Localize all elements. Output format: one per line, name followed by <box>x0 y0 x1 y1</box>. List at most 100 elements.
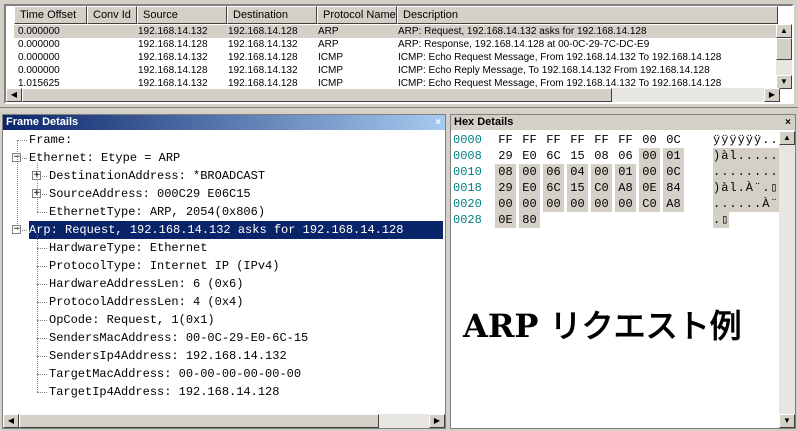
hex-byte[interactable]: C0 <box>639 196 660 212</box>
tree-connector <box>17 140 27 141</box>
hex-byte[interactable]: 80 <box>519 212 540 228</box>
hex-byte[interactable]: 00 <box>543 196 564 212</box>
hex-byte[interactable]: A8 <box>663 196 684 212</box>
hex-ascii[interactable]: ........ <box>713 164 779 180</box>
hex-byte[interactable]: 00 <box>567 196 588 212</box>
scroll-right-icon[interactable]: ▶ <box>764 88 780 102</box>
table-row[interactable]: 0.000000 192.168.14.128 192.168.14.132 ARP A… <box>14 38 784 51</box>
column-header-time-offset[interactable]: Time Offset <box>14 6 87 24</box>
column-header-protocol-name[interactable]: Protocol Name <box>317 6 397 24</box>
hex-row[interactable]: 0018 29 E0 6C 15 C0 A8 0E 84)àl.À¨.▯ <box>453 180 779 196</box>
hex-byte[interactable]: 00 <box>591 164 612 180</box>
column-header-conv-id[interactable]: Conv Id <box>87 6 137 24</box>
hex-ascii[interactable]: )àl.À¨.▯ <box>713 180 779 196</box>
hex-byte[interactable]: 00 <box>639 132 660 148</box>
frame-details-tree[interactable]: Frame: Ethernet: Etype = ARP − DestinationA… <box>3 131 444 414</box>
scroll-up-icon[interactable]: ▲ <box>779 131 795 145</box>
hex-byte[interactable]: 29 <box>495 180 516 196</box>
tree-node[interactable]: EthernetType: ARP, 2054(0x806) <box>49 203 265 221</box>
hex-row[interactable]: 0028 0E 80 .▯ <box>453 212 779 228</box>
tree-node[interactable]: HardwareAddressLen: 6 (0x6) <box>49 275 243 293</box>
tree-node[interactable]: DestinationAddress: *BROADCAST <box>49 167 265 185</box>
hex-byte[interactable]: 0E <box>495 212 516 228</box>
hex-byte[interactable]: FF <box>495 132 516 148</box>
scroll-left-icon[interactable]: ◀ <box>3 414 19 428</box>
table-row[interactable]: 0.000000 192.168.14.132 192.168.14.128 ARP A… <box>14 25 784 38</box>
hex-byte[interactable]: 01 <box>663 148 684 164</box>
frame-details-horizontal-scrollbar[interactable]: ◀ ▶ <box>3 414 445 428</box>
hex-vertical-scrollbar[interactable]: ▲ ▼ <box>779 131 795 428</box>
hex-byte[interactable]: 08 <box>495 164 516 180</box>
hex-ascii[interactable]: )àl..... <box>713 148 779 164</box>
packet-list-horizontal-scrollbar[interactable]: ◀ ▶ <box>6 88 780 102</box>
scroll-thumb[interactable] <box>776 38 792 60</box>
close-icon[interactable]: × <box>435 115 441 130</box>
hex-byte[interactable]: 6C <box>543 148 564 164</box>
hex-byte[interactable]: 0C <box>663 132 684 148</box>
packet-list-vertical-scrollbar[interactable]: ▲ ▼ <box>776 24 792 89</box>
tree-node[interactable]: Ethernet: Etype = ARP <box>29 149 180 167</box>
hex-byte[interactable]: 01 <box>615 164 636 180</box>
hex-byte[interactable]: FF <box>543 132 564 148</box>
hex-byte[interactable]: 0E <box>639 180 660 196</box>
hex-byte[interactable]: E0 <box>519 148 540 164</box>
tree-node[interactable]: HardwareType: Ethernet <box>49 239 207 257</box>
column-header-destination[interactable]: Destination <box>227 6 317 24</box>
hex-ascii[interactable]: ÿÿÿÿÿÿ.. <box>713 132 779 148</box>
tree-connector <box>37 356 47 357</box>
scroll-right-icon[interactable]: ▶ <box>429 414 445 428</box>
scroll-left-icon[interactable]: ◀ <box>6 88 22 102</box>
hex-row[interactable]: 0000 FF FF FF FF FF FF 00 0C ÿÿÿÿÿÿ.. <box>453 132 779 148</box>
hex-row[interactable]: 0010 08 00 06 04 00 01 00 0C........ <box>453 164 779 180</box>
hex-byte[interactable]: 04 <box>567 164 588 180</box>
hex-byte[interactable]: C0 <box>591 180 612 196</box>
hex-byte[interactable]: 15 <box>567 180 588 196</box>
column-header-source[interactable]: Source <box>137 6 227 24</box>
scroll-down-icon[interactable]: ▼ <box>776 75 792 89</box>
tree-node[interactable]: TargetIp4Address: 192.168.14.128 <box>49 383 279 401</box>
hex-byte[interactable]: 6C <box>543 180 564 196</box>
hex-ascii[interactable]: ......À¨ <box>713 196 779 212</box>
tree-node[interactable]: SendersMacAddress: 00-0C-29-E0-6C-15 <box>49 329 308 347</box>
hex-byte[interactable]: 00 <box>495 196 516 212</box>
hex-byte[interactable]: E0 <box>519 180 540 196</box>
tree-node[interactable]: TargetMacAddress: 00-00-00-00-00-00 <box>49 365 301 383</box>
hex-byte[interactable]: 08 <box>591 148 612 164</box>
scroll-down-icon[interactable]: ▼ <box>779 414 795 428</box>
hex-byte[interactable]: 00 <box>519 164 540 180</box>
tree-node[interactable]: SourceAddress: 000C29 E06C15 <box>49 185 251 203</box>
packet-list[interactable]: Time Offset Conv Id Source Destination P… <box>4 4 794 104</box>
hex-byte[interactable]: 00 <box>639 148 660 164</box>
hex-byte[interactable]: 00 <box>591 196 612 212</box>
tree-node[interactable]: SendersIp4Address: 192.168.14.132 <box>49 347 287 365</box>
hex-byte[interactable]: 84 <box>663 180 684 196</box>
column-header-description[interactable]: Description <box>397 6 778 24</box>
hex-byte[interactable]: 00 <box>639 164 660 180</box>
table-row[interactable]: 0.000000 192.168.14.132 192.168.14.128 ICMP… <box>14 51 784 64</box>
scroll-thumb[interactable] <box>19 414 379 428</box>
table-row[interactable]: 0.000000 192.168.14.128 192.168.14.132 ICMP… <box>14 64 784 77</box>
hex-byte[interactable]: 00 <box>519 196 540 212</box>
close-icon[interactable]: × <box>785 115 791 130</box>
hex-byte[interactable]: 15 <box>567 148 588 164</box>
tree-node[interactable]: ProtocolType: Internet IP (IPv4) <box>49 257 279 275</box>
hex-byte[interactable]: FF <box>519 132 540 148</box>
hex-byte[interactable]: FF <box>567 132 588 148</box>
tree-node[interactable]: ProtocolAddressLen: 4 (0x4) <box>49 293 243 311</box>
hex-byte[interactable]: 0C <box>663 164 684 180</box>
scroll-up-icon[interactable]: ▲ <box>776 24 792 38</box>
hex-row[interactable]: 0020 00 00 00 00 00 00 C0 A8 ......À¨ <box>453 196 779 212</box>
hex-byte[interactable]: 29 <box>495 148 516 164</box>
hex-byte[interactable]: FF <box>615 132 636 148</box>
tree-node[interactable]: Arp: Request, 192.168.14.132 asks for 19… <box>28 220 444 240</box>
hex-byte[interactable]: 00 <box>615 196 636 212</box>
hex-byte[interactable]: 06 <box>543 164 564 180</box>
tree-node[interactable]: Frame: <box>29 131 72 149</box>
tree-node[interactable]: OpCode: Request, 1(0x1) <box>49 311 215 329</box>
scroll-thumb[interactable] <box>22 88 612 102</box>
hex-row[interactable]: 0008 29 E0 6C 15 08 06 00 01)àl..... <box>453 148 779 164</box>
hex-ascii[interactable]: .▯ <box>713 212 730 228</box>
hex-byte[interactable]: A8 <box>615 180 636 196</box>
hex-byte[interactable]: FF <box>591 132 612 148</box>
hex-byte[interactable]: 06 <box>615 148 636 164</box>
